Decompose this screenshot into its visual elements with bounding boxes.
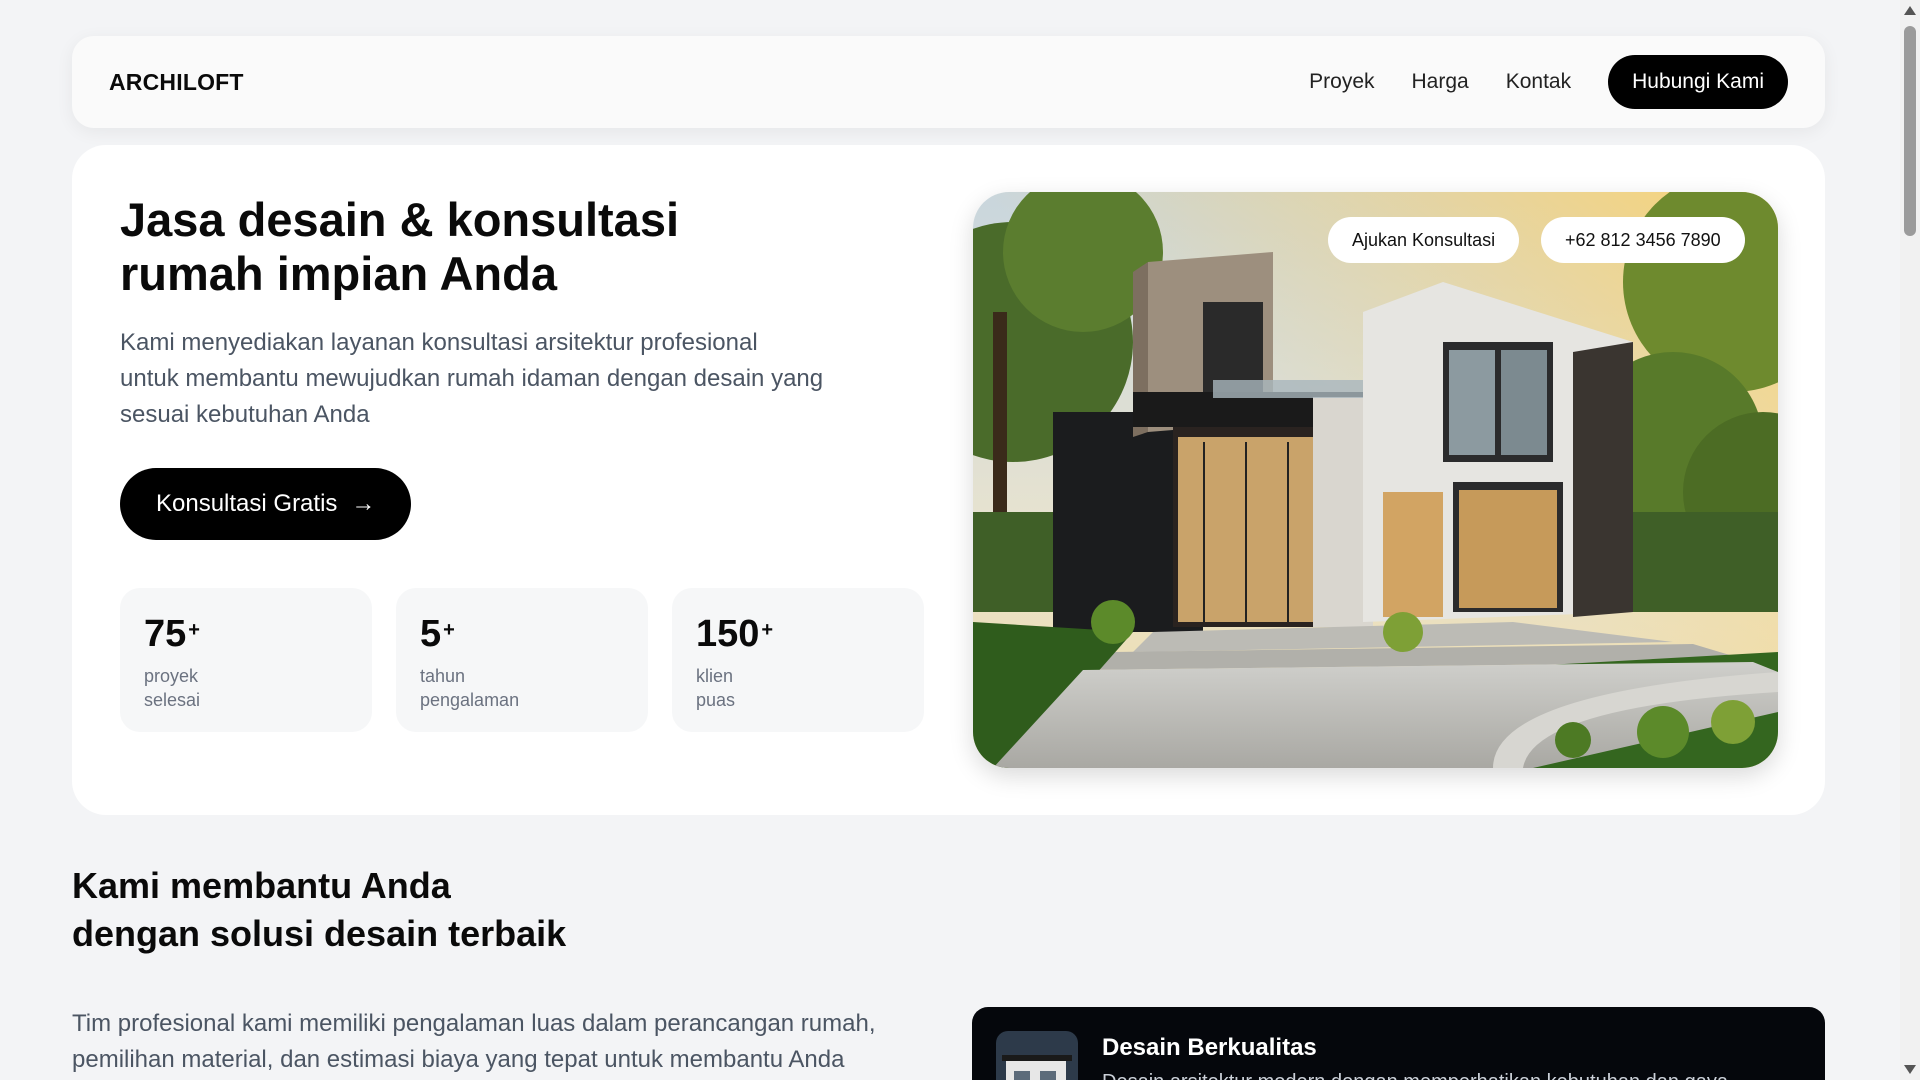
nav-link-kontak[interactable]: Kontak [1506,70,1571,94]
stat-value: 5 + [420,613,455,655]
hero-desc-line-1: Kami menyediakan layanan konsultasi arsi… [120,329,758,356]
brand-logo[interactable]: ARCHILOFT [109,69,244,96]
house-thumbnail-icon [996,1031,1078,1080]
stat-label: tahun pengalaman [420,666,520,710]
feature-description: Desain arsitektur modern dengan memperha… [1102,1071,1728,1080]
arrow-right-icon: → [351,490,376,517]
hero-card: Jasa desain & konsultasi rumah impian An… [72,145,1825,815]
stat-label: klien puas [696,666,736,710]
navbar: ARCHILOFT Proyek Harga Kontak Hubungi Ka… [72,36,1825,128]
section-description: Tim profesional kami memiliki pengalaman… [72,1006,952,1078]
house-photo: Ajukan Konsultasi +62 812 3456 7890 [973,192,1778,768]
section-title-line-1: Kami membantu Anda [72,865,451,906]
house-illustration [973,192,1778,768]
scroll-down-arrow-icon[interactable] [1904,1065,1916,1074]
section-title-line-2: dengan solusi desain terbaik [72,913,567,954]
feature-card-quality-design[interactable]: Desain Berkualitas Desain arsitektur mod… [972,1007,1825,1080]
nav-link-proyek[interactable]: Proyek [1309,70,1374,94]
apply-consultation-pill[interactable]: Ajukan Konsultasi [1328,217,1520,263]
section-desc-line-2: pemilihan material, dan estimasi biaya y… [72,1046,845,1073]
nav-links: Proyek Harga Kontak Hubungi Kami [1309,55,1788,109]
stat-value: 150 + [696,613,774,655]
hero-title: Jasa desain & konsultasi rumah impian An… [120,193,760,301]
hero-description: Kami menyediakan layanan konsultasi arsi… [120,325,900,433]
stat-value: 75 + [144,613,200,655]
section-title: Kami membantu Anda dengan solusi desain … [72,862,566,958]
vertical-scrollbar[interactable] [1900,0,1920,1080]
stat-label: proyek selesai [144,666,201,710]
free-consultation-label: Konsultasi Gratis [156,490,338,517]
hero-title-line-2: rumah impian Anda [120,247,557,300]
stat-card-projects: 75 + proyek selesai [120,588,372,732]
stats-row: 75 + proyek selesai 5 + tahun pengalaman 150… [120,588,948,732]
section-desc-line-1: Tim profesional kami memiliki pengalaman… [72,1010,876,1037]
hero-desc-line-3: sesuai kebutuhan Anda [120,401,370,428]
hero-desc-line-2: untuk membantu mewujudkan rumah idaman d… [120,365,824,392]
stat-card-years: 5 + tahun pengalaman [396,588,648,732]
contact-us-button[interactable]: Hubungi Kami [1608,55,1788,109]
feature-title: Desain Berkualitas [1102,1034,1317,1061]
hero-title-line-1: Jasa desain & konsultasi [120,193,680,246]
page: ARCHILOFT Proyek Harga Kontak Hubungi Ka… [0,0,1900,1080]
stat-card-clients: 150 + klien puas [672,588,924,732]
feature-thumbnail [996,1031,1078,1080]
nav-link-harga[interactable]: Harga [1412,70,1469,94]
free-consultation-button[interactable]: Konsultasi Gratis → [120,468,412,540]
scroll-up-arrow-icon[interactable] [1904,6,1916,15]
phone-number-pill[interactable]: +62 812 3456 7890 [1541,217,1745,263]
scrollbar-thumb[interactable] [1904,26,1916,236]
